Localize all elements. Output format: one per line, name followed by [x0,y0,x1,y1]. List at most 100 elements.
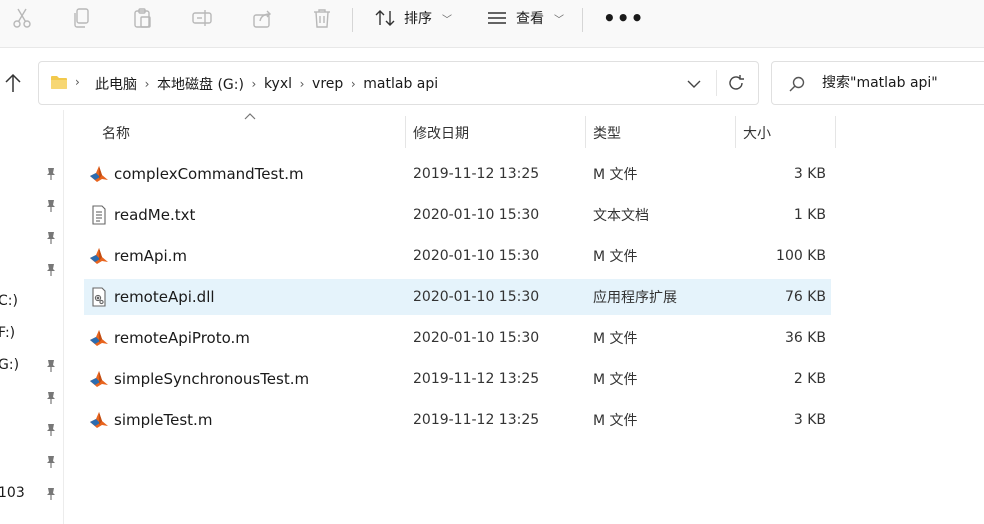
view-label: 查看 [516,11,544,27]
nav-item[interactable]: 103 [0,480,64,508]
file-name: simpleTest.m [114,411,213,429]
rename-icon[interactable] [188,4,216,32]
folder-icon [51,76,67,89]
search-icon [789,76,805,92]
pin-icon [47,456,55,468]
navigation-pane: C:) F:) G:) 103 [0,110,64,524]
chevron-right-icon[interactable]: › [137,77,157,91]
nav-item[interactable] [0,448,64,476]
breadcrumb-item-kyxl[interactable]: kyxl [264,76,292,92]
chevron-right-icon[interactable]: › [75,75,80,89]
file-row[interactable]: simpleSynchronousTest.m 2019-11-12 13:25 M… [84,361,831,397]
sort-label: 排序 [404,11,432,27]
matlab-icon [89,164,109,184]
nav-item-drive-f[interactable]: F:) [0,320,64,348]
nav-item[interactable] [0,224,64,252]
chevron-down-icon: ﹀ [442,14,452,26]
file-row[interactable]: simpleTest.m 2019-11-12 13:25 M 文件 3 KB [84,402,831,438]
matlab-icon [89,246,109,266]
column-header-date[interactable]: 修改日期 [405,116,585,150]
nav-item[interactable] [0,192,64,220]
file-name: remoteApiProto.m [114,329,250,347]
text-file-icon [89,205,109,225]
nav-item[interactable] [0,160,64,188]
file-name: readMe.txt [114,206,196,224]
file-name: remApi.m [114,247,188,265]
column-separator[interactable] [835,116,836,148]
toolbar-separator [582,8,583,32]
search-box[interactable] [771,61,984,105]
file-date-modified: 2020-01-10 15:30 [413,289,540,305]
file-row[interactable]: remApi.m 2020-01-10 15:30 M 文件 100 KB [84,238,831,274]
chevron-down-icon [687,80,701,88]
address-history-dropdown[interactable] [684,74,704,94]
pin-icon [47,360,55,372]
file-row[interactable]: remoteApi.dll 2020-01-10 15:30 应用程序扩展 76 KB [84,279,831,315]
nav-item[interactable] [0,416,64,444]
file-date-modified: 2019-11-12 13:25 [413,166,540,182]
paste-icon[interactable] [128,4,156,32]
file-size: 76 KB [784,289,826,305]
pin-icon [47,424,55,436]
refresh-button[interactable] [725,72,747,94]
chevron-right-icon[interactable]: › [343,77,363,91]
file-name: simpleSynchronousTest.m [114,370,310,388]
chevron-right-icon[interactable]: › [244,77,264,91]
view-button[interactable]: 查看 ﹀ [486,4,564,32]
pin-icon [47,232,55,244]
column-header-size[interactable]: 大小 [735,116,835,150]
file-date-modified: 2019-11-12 13:25 [413,371,540,387]
more-options-button[interactable]: ••• [603,6,644,30]
address-bar[interactable]: › 此电脑 › 本地磁盘 (G:) › kyxl › vrep › matlab… [38,61,759,105]
pin-icon [47,264,55,276]
nav-item[interactable] [0,256,64,284]
nav-item[interactable] [0,384,64,412]
copy-icon[interactable] [68,4,96,32]
file-name: complexCommandTest.m [114,165,304,183]
pin-icon [47,168,55,180]
breadcrumb-item-matlab-api[interactable]: matlab api [363,76,438,92]
dll-file-icon [89,287,109,307]
pin-icon [47,392,55,404]
file-type: M 文件 [593,249,638,265]
matlab-icon [89,410,109,430]
sort-icon [375,10,395,26]
file-date-modified: 2020-01-10 15:30 [413,330,540,346]
matlab-icon [89,328,109,348]
file-row[interactable]: complexCommandTest.m 2019-11-12 13:25 M 文件… [84,156,831,192]
column-header-name[interactable]: 名称 [94,116,405,150]
file-date-modified: 2020-01-10 15:30 [413,207,540,223]
file-size: 100 KB [776,248,826,264]
toolbar-separator [352,8,353,32]
breadcrumb-item-this-pc[interactable]: 此电脑 [95,74,137,94]
command-bar: 排序 ﹀ 查看 ﹀ ••• [0,0,984,48]
chevron-down-icon: ﹀ [554,14,564,26]
share-icon[interactable] [248,4,276,32]
up-arrow-icon[interactable] [2,70,24,96]
pin-icon [47,488,55,500]
view-icon [488,12,506,24]
column-header-type[interactable]: 类型 [585,116,735,150]
file-row[interactable]: remoteApiProto.m 2020-01-10 15:30 M 文件 36 K… [84,320,831,356]
file-size: 1 KB [793,207,826,223]
file-type: M 文件 [593,413,638,429]
address-separator [716,70,717,96]
file-row[interactable]: readMe.txt 2020-01-10 15:30 文本文档 1 KB [84,197,831,233]
nav-item-drive-g[interactable]: G:) [0,352,64,380]
matlab-icon [89,369,109,389]
file-date-modified: 2019-11-12 13:25 [413,412,540,428]
cut-icon[interactable] [8,4,36,32]
file-type: M 文件 [593,372,638,388]
chevron-right-icon[interactable]: › [292,77,312,91]
breadcrumb: 此电脑 › 本地磁盘 (G:) › kyxl › vrep › matlab a… [95,74,438,94]
sort-button[interactable]: 排序 ﹀ [374,4,452,32]
breadcrumb-item-drive-g[interactable]: 本地磁盘 (G:) [157,74,244,94]
file-size: 3 KB [793,412,826,428]
file-type: 文本文档 [593,208,649,224]
delete-icon[interactable] [308,4,336,32]
file-date-modified: 2020-01-10 15:30 [413,248,540,264]
pin-icon [47,200,55,212]
search-input[interactable] [822,72,984,94]
breadcrumb-item-vrep[interactable]: vrep [312,76,343,92]
nav-item-drive-c[interactable]: C:) [0,288,64,316]
